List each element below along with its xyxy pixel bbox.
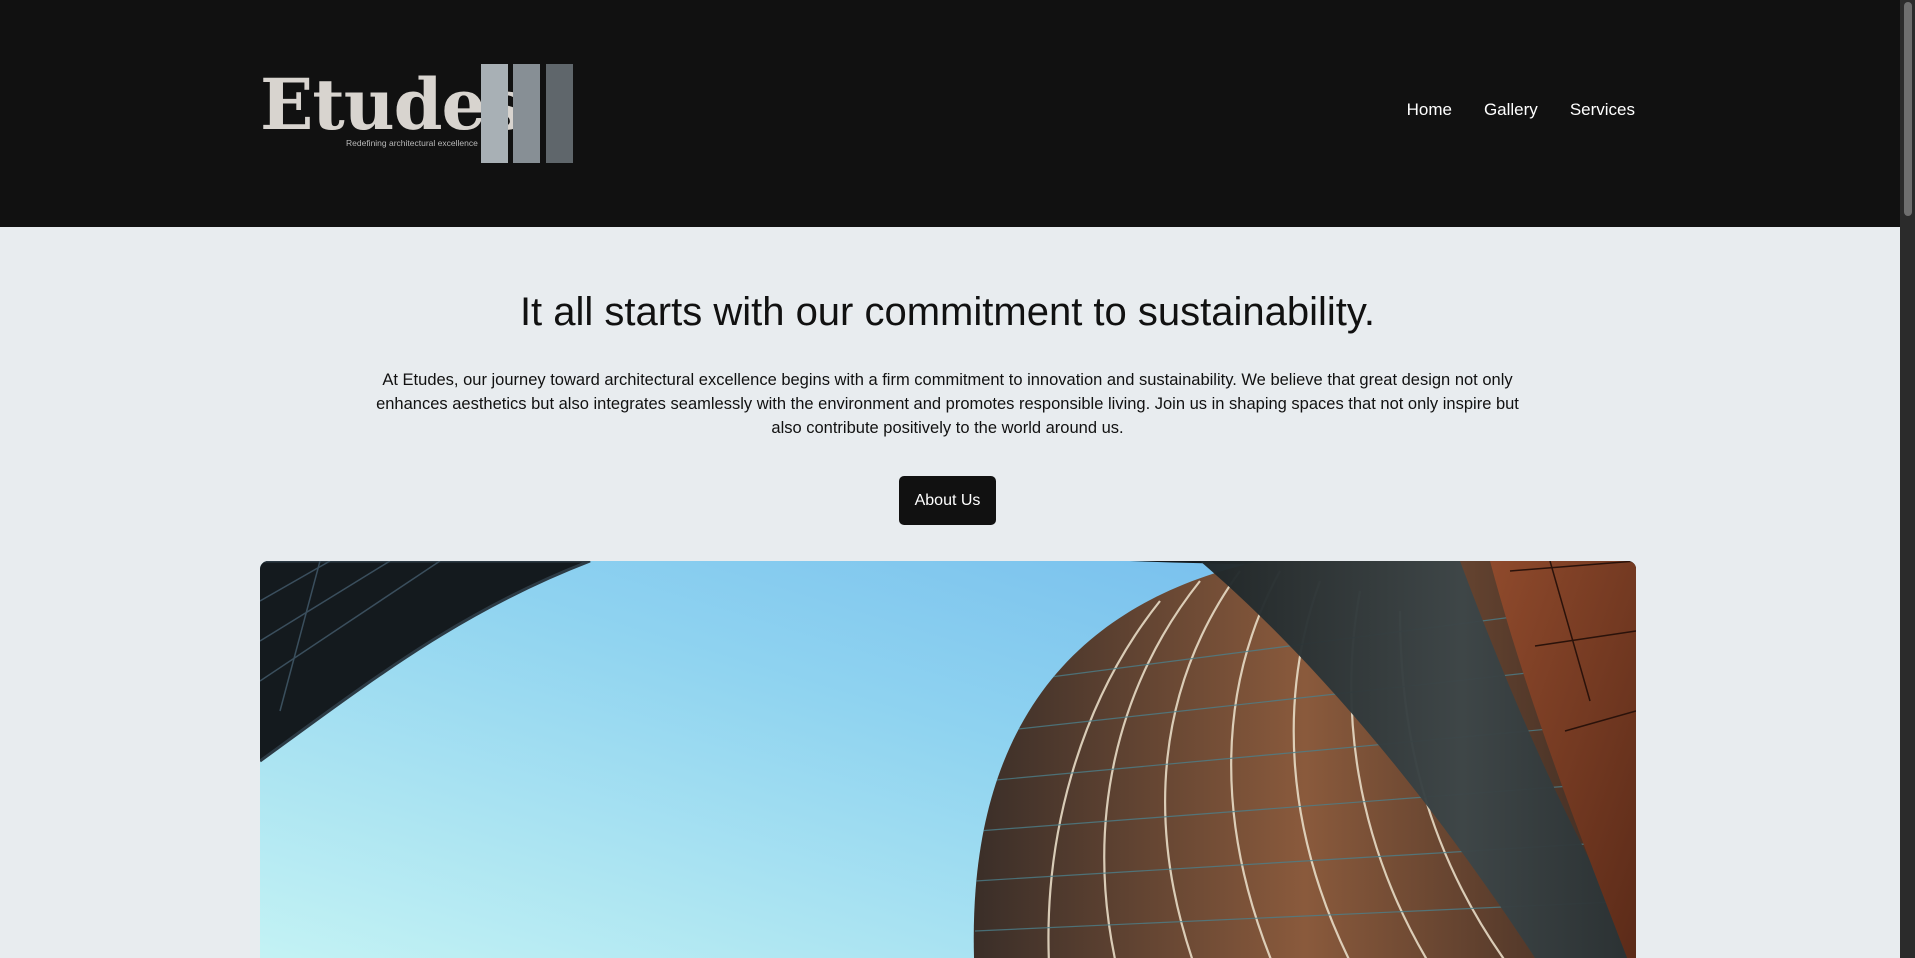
page-scrollbar[interactable] (1900, 0, 1915, 958)
logo[interactable]: Etudes Redefining architectural excellen… (260, 63, 575, 164)
scrollbar-thumb[interactable] (1904, 2, 1912, 216)
logo-bar-dark (546, 64, 573, 163)
architecture-photo (260, 561, 1636, 958)
logo-tagline: Redefining architectural excellence (346, 138, 478, 148)
main-nav: Home Gallery Services (1407, 100, 1635, 120)
hero-description: At Etudes, our journey toward architectu… (376, 371, 1519, 437)
hero-title: It all starts with our commitment to sus… (519, 290, 1376, 334)
about-us-button[interactable]: About Us (899, 476, 996, 525)
nav-link-services[interactable]: Services (1570, 100, 1635, 120)
nav-link-gallery[interactable]: Gallery (1484, 100, 1538, 120)
logo-bar-light (481, 64, 508, 163)
logo-bar-mid (513, 64, 540, 163)
page-viewport: Etudes Redefining architectural excellen… (0, 0, 1900, 958)
site-header: Etudes Redefining architectural excellen… (0, 0, 1900, 227)
hero-image (260, 561, 1636, 958)
nav-link-home[interactable]: Home (1407, 100, 1452, 120)
